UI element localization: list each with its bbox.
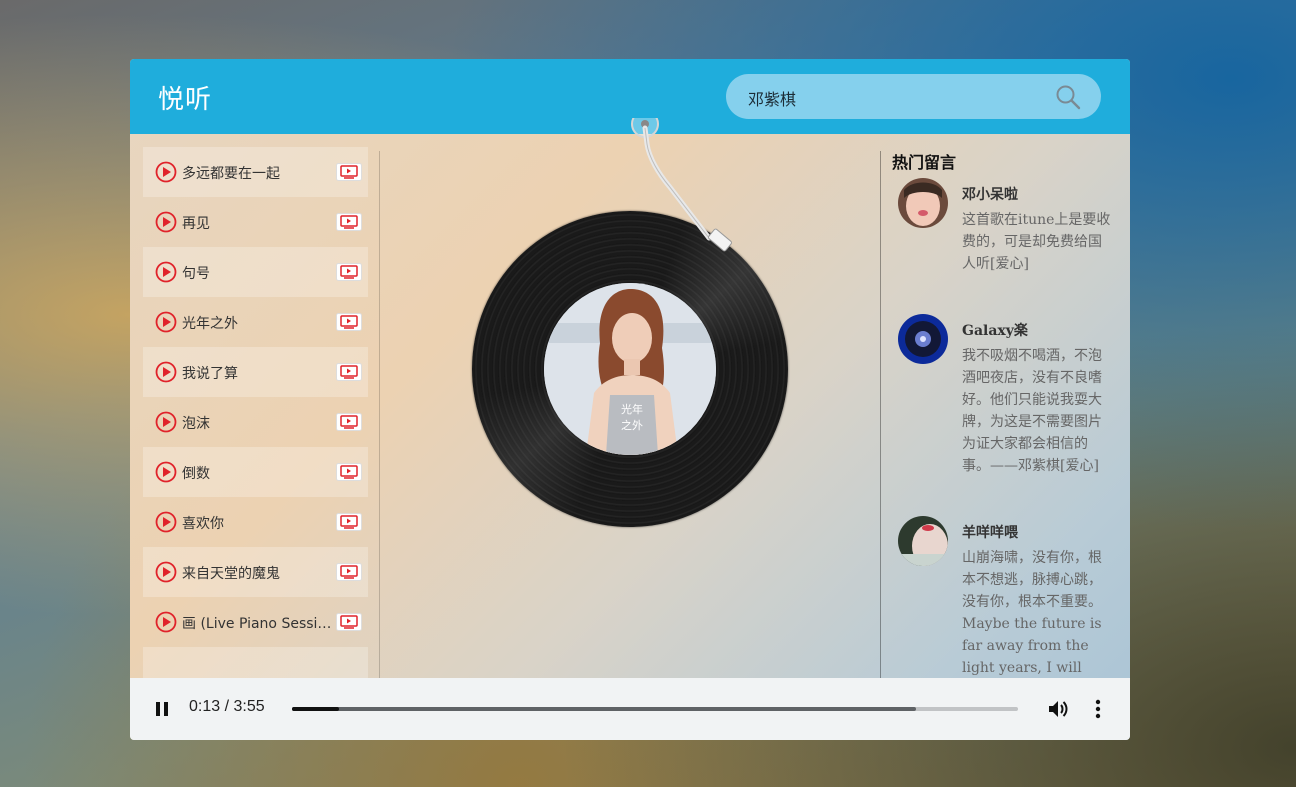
mv-icon[interactable] [336,563,362,581]
comments-title: 热门留言 [892,153,957,172]
song-item[interactable]: 画 (Live Piano Session II) [143,597,368,647]
mv-icon[interactable] [336,163,362,181]
search-input[interactable] [746,74,1050,121]
song-title: 光年之外 [182,316,238,332]
play-icon[interactable] [155,261,177,283]
play-icon[interactable] [155,611,177,633]
song-item[interactable]: 泡沫 [143,397,368,447]
mv-icon[interactable] [336,463,362,481]
song-item[interactable]: 喜欢你 [143,497,368,547]
comment-text: 我不吸烟不喝酒，不泡酒吧夜店，没有不良嗜好。他们只能说我耍大牌，为这是不需要图片… [962,348,1102,474]
comment-text: 山崩海啸，没有你，根本不想逃，脉搏心跳，没有你，根本不重要。Maybe the … [962,550,1102,676]
mv-icon[interactable] [336,513,362,531]
song-item[interactable]: 多远都要在一起 [143,147,368,197]
pause-icon[interactable] [152,699,172,719]
mv-icon[interactable] [336,313,362,331]
cover-text: 光年 [621,402,643,416]
song-item[interactable]: 我说了算 [143,347,368,397]
song-item[interactable]: 来自天堂的魔鬼 [143,547,368,597]
music-app-window: 悦听 多远都要在一起再见句号光年之外我说了算泡沫倒数喜欢你来自天堂的魔鬼画 (L… [130,59,1130,740]
song-item[interactable]: 句号 [143,247,368,297]
comment-text: 这首歌在itune上是要收费的，可是却免费给国人听[爱心] [962,212,1111,272]
song-title: 多远都要在一起 [182,166,280,182]
app-logo: 悦听 [158,85,213,115]
time-display: 0:13 / 3:55 [189,698,265,715]
play-icon[interactable] [155,461,177,483]
song-title: 喜欢你 [182,516,224,532]
avatar [898,516,948,566]
buffered-bar [292,707,917,711]
play-icon[interactable] [155,161,177,183]
comments-panel: 热门留言 邓小呆啦 这首歌在itune上是要收费的，可是却免费给国人听[爱心] … [892,147,1122,678]
avatar [898,314,948,364]
mv-icon[interactable] [336,213,362,231]
more-options-icon[interactable] [1088,697,1108,721]
search-box[interactable] [726,74,1101,121]
song-title: 来自天堂的魔鬼 [182,566,280,582]
song-title: 泡沫 [182,416,210,432]
comment-user: 邓小呆啦 [962,187,1018,203]
mv-icon[interactable] [336,613,362,631]
mv-icon[interactable] [336,263,362,281]
song-list: 多远都要在一起 再见句号光年之外我说了算泡沫倒数喜欢你来自天堂的魔鬼画 (Live… [143,147,368,678]
song-item[interactable]: 光年之外 [143,297,368,347]
song-item[interactable]: 再见 [143,197,368,247]
play-icon[interactable] [155,561,177,583]
comment-user: Galaxy楽 [962,323,1028,339]
album-cover-image: 光年 之外 [544,283,716,455]
divider [379,151,380,678]
song-title: 句号 [182,266,210,282]
play-icon[interactable] [155,311,177,333]
progress-slider[interactable] [292,707,1018,711]
song-item[interactable] [143,647,368,678]
played-bar [292,707,340,711]
song-item[interactable]: 倒数 [143,447,368,497]
play-icon[interactable] [155,361,177,383]
search-icon[interactable] [1055,84,1081,110]
audio-player: 0:13 / 3:55 [130,678,1130,740]
play-icon[interactable] [155,211,177,233]
svg-text:之外: 之外 [621,418,643,432]
play-icon[interactable] [155,511,177,533]
mv-icon[interactable] [336,413,362,431]
comment-user: 羊咩咩喂 [962,525,1018,541]
tonearm [631,118,732,252]
volume-icon[interactable] [1046,697,1070,721]
song-title: 画 (Live Piano Session II) [182,616,332,632]
mv-icon[interactable] [336,363,362,381]
song-title: 倒数 [182,466,210,482]
avatar [898,178,948,228]
song-title: 再见 [182,216,210,232]
album-cover: 光年 之外 [544,283,716,455]
divider [880,151,881,678]
play-icon[interactable] [155,411,177,433]
song-title: 我说了算 [182,366,238,382]
